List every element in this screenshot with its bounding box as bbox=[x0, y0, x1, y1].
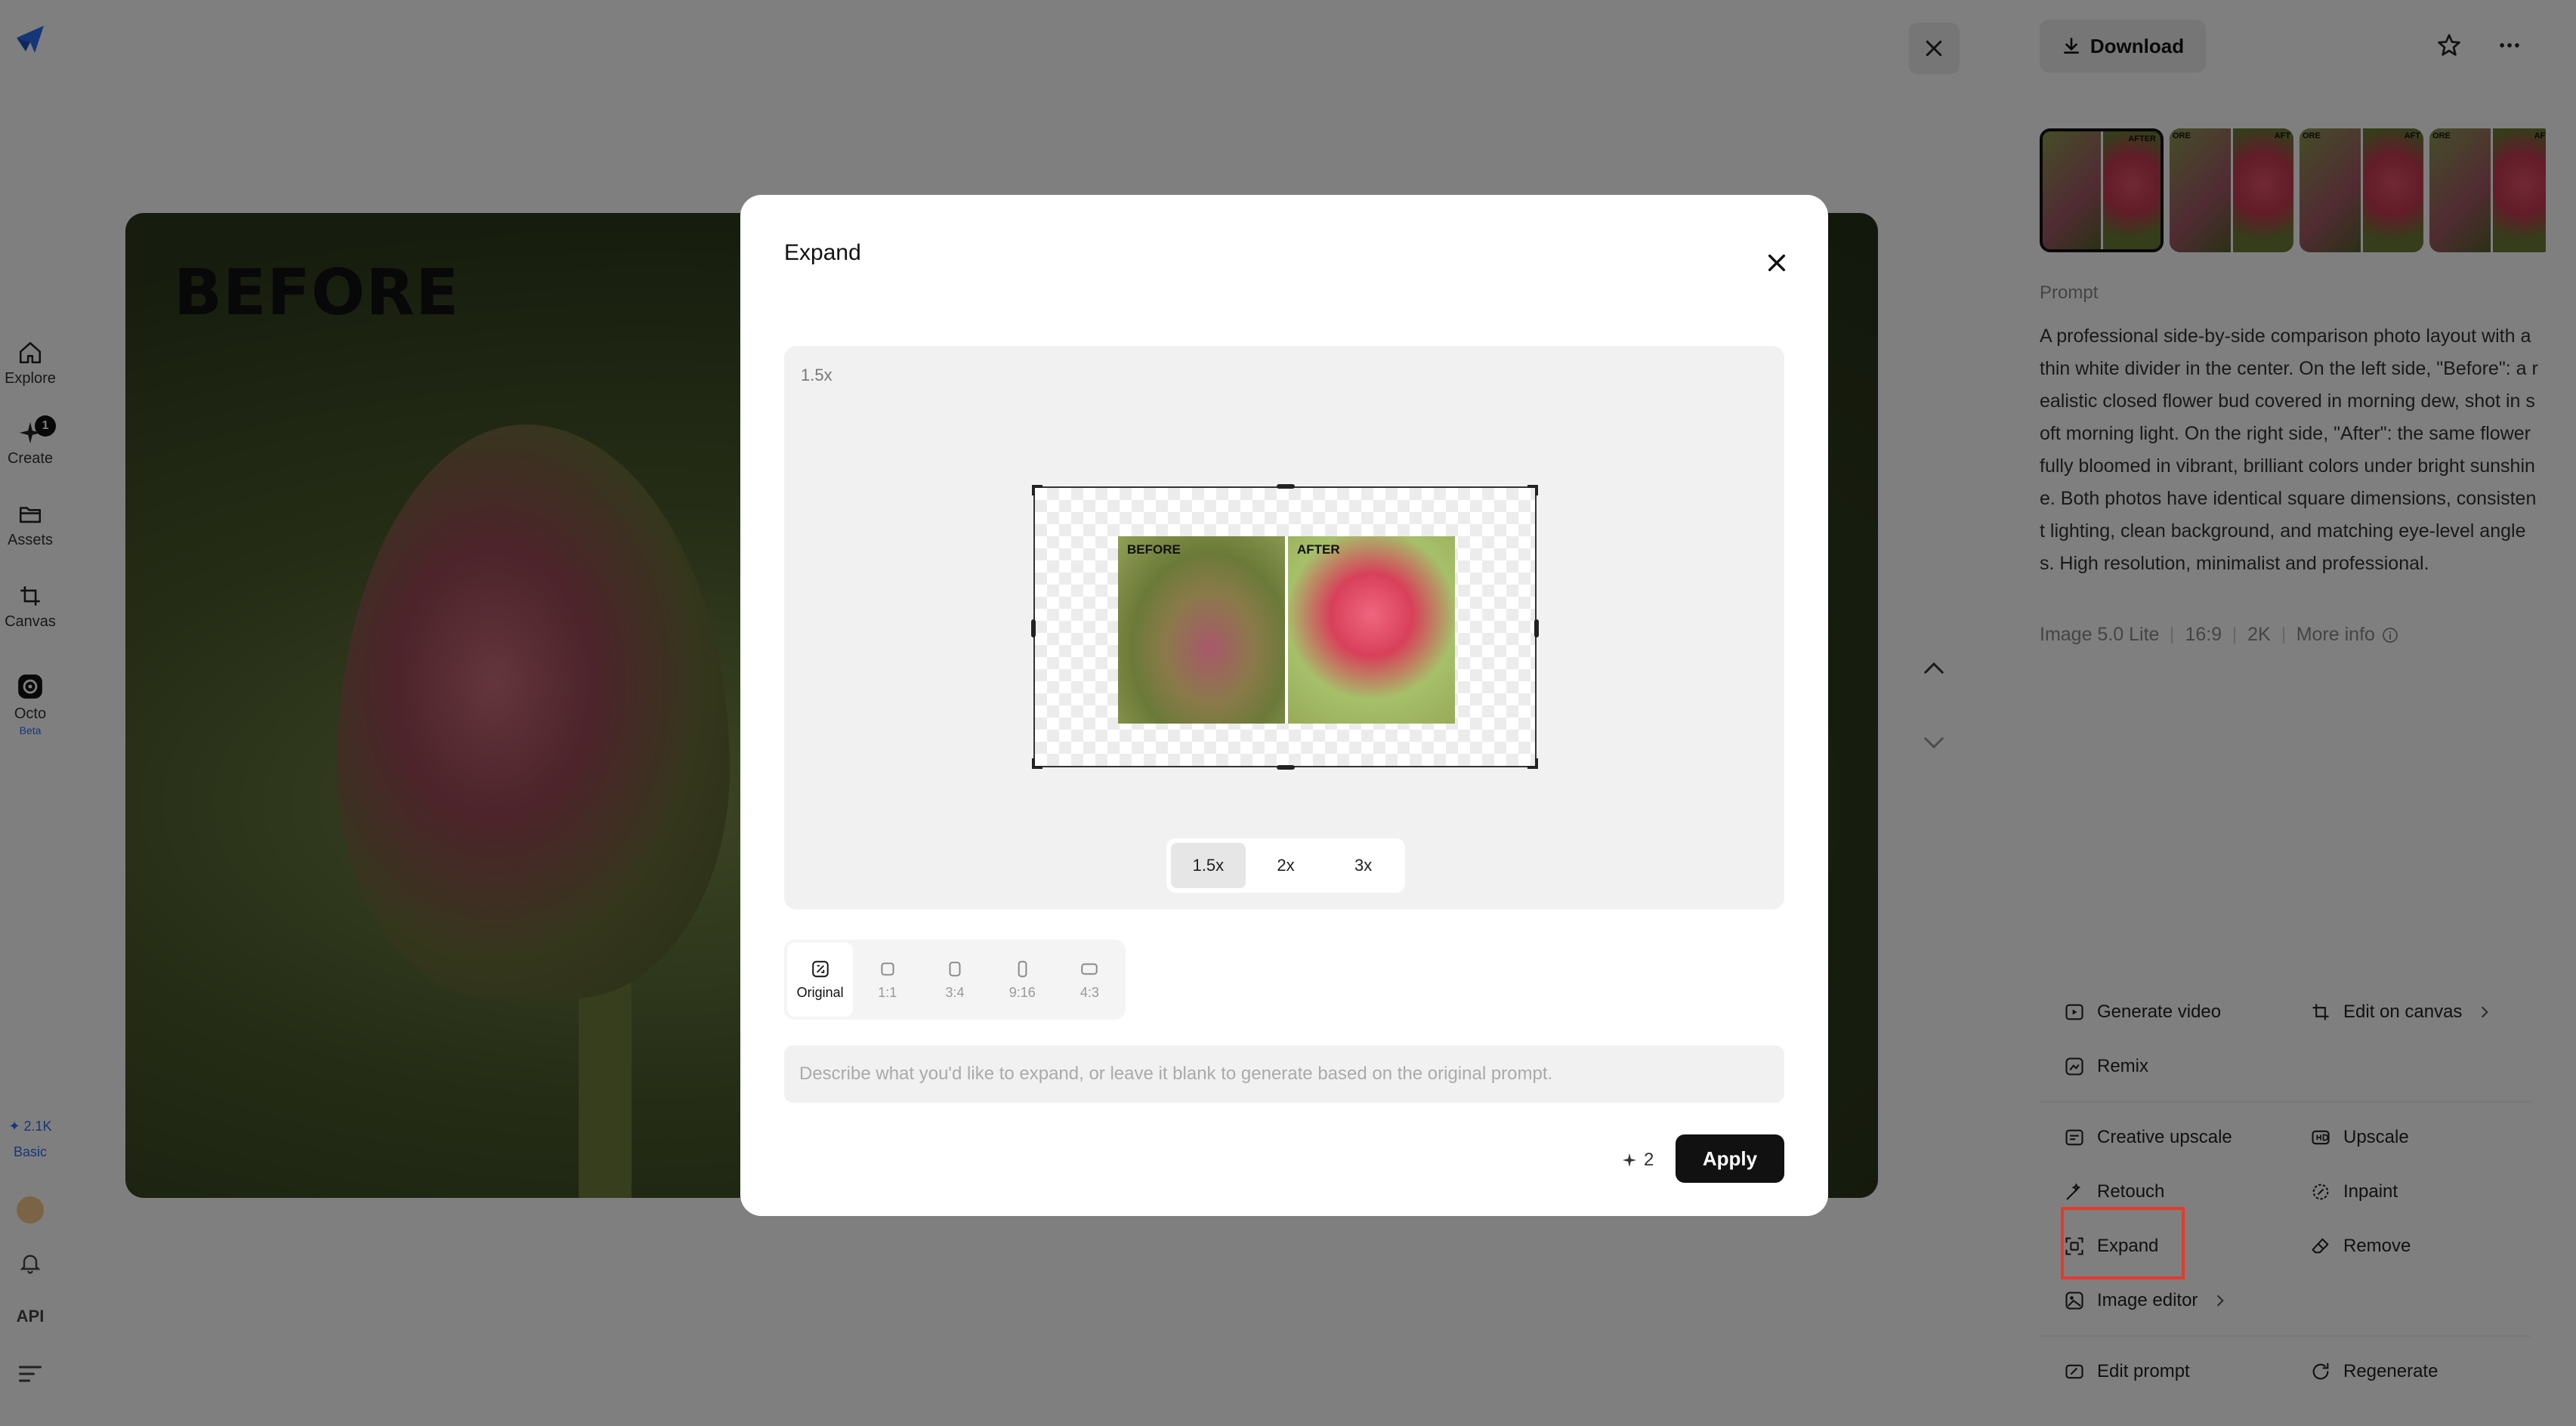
preview-before-label: BEFORE bbox=[1127, 542, 1181, 557]
ratio-4-3[interactable]: 4:3 bbox=[1057, 943, 1123, 1017]
handle-top[interactable] bbox=[1277, 484, 1295, 489]
expand-dialog: Expand 1.5x BEFORE AFTER 1.5x 2x 3x Orig… bbox=[740, 195, 1828, 1216]
preview-after-label: AFTER bbox=[1297, 542, 1340, 557]
preview-before-half: BEFORE bbox=[1118, 536, 1285, 724]
original-image-preview: BEFORE AFTER bbox=[1118, 536, 1455, 724]
handle-top-left-v[interactable] bbox=[1032, 485, 1035, 495]
handle-left[interactable] bbox=[1031, 619, 1036, 637]
scale-selector: 1.5x 2x 3x bbox=[1166, 838, 1405, 893]
dialog-title: Expand bbox=[784, 240, 861, 265]
expand-preview-area: 1.5x BEFORE AFTER 1.5x 2x 3x bbox=[784, 346, 1784, 909]
original-ratio-icon bbox=[811, 960, 829, 977]
ratio-9-16[interactable]: 9:16 bbox=[990, 943, 1055, 1017]
scale-indicator: 1.5x bbox=[801, 366, 832, 384]
close-icon bbox=[1768, 254, 1786, 272]
handle-bottom-left-v[interactable] bbox=[1032, 758, 1035, 769]
landscape-4-3-icon bbox=[1081, 963, 1098, 974]
portrait-3-4-icon bbox=[949, 961, 961, 977]
scale-option-2x[interactable]: 2x bbox=[1249, 843, 1324, 888]
portrait-9-16-icon bbox=[1018, 960, 1027, 977]
ratio-1-1[interactable]: 1:1 bbox=[854, 943, 920, 1017]
handle-bottom[interactable] bbox=[1277, 765, 1295, 770]
handle-right[interactable] bbox=[1534, 619, 1539, 637]
aspect-ratio-selector: Original 1:1 3:4 9:16 4:3 bbox=[784, 940, 1126, 1020]
expand-frame[interactable]: BEFORE AFTER bbox=[1031, 484, 1539, 770]
close-dialog-button[interactable] bbox=[1753, 239, 1801, 287]
credit-cost-value: 2 bbox=[1644, 1150, 1654, 1170]
ratio-original[interactable]: Original bbox=[787, 943, 854, 1017]
square-ratio-icon bbox=[881, 961, 894, 976]
ratio-4-3-label: 4:3 bbox=[1080, 984, 1099, 1000]
ratio-3-4-label: 3:4 bbox=[945, 984, 965, 1000]
ratio-original-label: Original bbox=[796, 984, 844, 1000]
ratio-3-4[interactable]: 3:4 bbox=[922, 943, 987, 1017]
expand-highlight-box bbox=[2061, 1207, 2185, 1279]
handle-top-right-v[interactable] bbox=[1535, 485, 1538, 495]
handle-bottom-right-v[interactable] bbox=[1535, 758, 1538, 769]
apply-button[interactable]: Apply bbox=[1676, 1134, 1784, 1183]
credit-sparkle-icon bbox=[1622, 1153, 1637, 1168]
expand-prompt-input[interactable] bbox=[784, 1045, 1784, 1103]
preview-after-half: AFTER bbox=[1285, 536, 1455, 724]
ratio-1-1-label: 1:1 bbox=[878, 984, 897, 1000]
scale-option-3x[interactable]: 3x bbox=[1326, 843, 1401, 888]
scale-option-1-5x[interactable]: 1.5x bbox=[1171, 843, 1246, 888]
credit-cost: 2 bbox=[1621, 1150, 1654, 1171]
ratio-9-16-label: 9:16 bbox=[1008, 984, 1036, 1000]
